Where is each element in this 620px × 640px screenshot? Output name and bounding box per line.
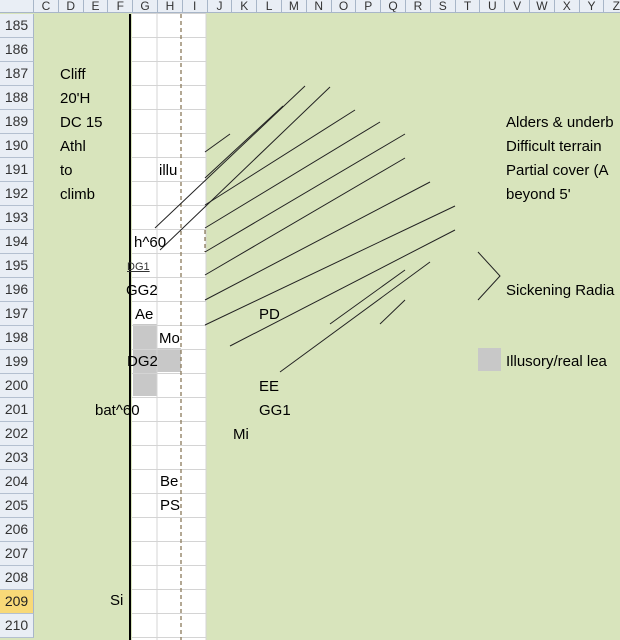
column-header-W[interactable]: W [530,0,555,13]
radius-bracket [477,251,501,301]
note-illusory: Illusory/real lea [506,353,607,370]
column-header-L[interactable]: L [257,0,282,13]
cell-bat60: bat^60 [95,402,140,419]
row-header-198[interactable]: 198 [0,326,34,350]
row-header-191[interactable]: 191 [0,158,34,182]
select-all-corner[interactable] [0,0,34,13]
row-header-208[interactable]: 208 [0,566,34,590]
note-partial: Partial cover (A [506,162,609,179]
cell-mi: Mi [233,426,249,443]
column-header-Z[interactable]: Z [604,0,620,13]
column-header-Y[interactable]: Y [579,0,605,13]
cell-dg2: DG2 [127,353,158,370]
column-header-U[interactable]: U [480,0,506,13]
cell-to: to [60,162,73,179]
row-header-193[interactable]: 193 [0,206,34,230]
row-header-190[interactable]: 190 [0,134,34,158]
column-header-N[interactable]: N [306,0,332,13]
column-header-C[interactable]: C [34,0,59,13]
row-header-210[interactable]: 210 [0,614,34,638]
note-alders: Alders & underb [506,114,614,131]
row-header-202[interactable]: 202 [0,422,34,446]
cell-be: Be [160,473,179,490]
row-header-206[interactable]: 206 [0,518,34,542]
column-header-D[interactable]: D [58,0,84,13]
column-header-E[interactable]: E [83,0,109,13]
drawing-layer [129,13,501,640]
note-sickening: Sickening Radia [506,282,615,299]
row-header-194[interactable]: 194 [0,230,34,254]
cell-athl: Athl [60,138,86,155]
column-header-P[interactable]: P [356,0,382,13]
column-header-S[interactable]: S [430,0,456,13]
cell-ee: EE [259,378,280,395]
note-difficult: Difficult terrain [506,138,602,155]
row-header-195[interactable]: 195 [0,254,34,278]
cell-h60: h^60 [134,234,167,251]
row-header-196[interactable]: 196 [0,278,34,302]
cell-si: Si [110,592,124,609]
cell-dg1: DG1 [127,261,150,273]
row-header-187[interactable]: 187 [0,62,34,86]
row-header-188[interactable]: 188 [0,86,34,110]
row-header-186[interactable]: 186 [0,38,34,62]
row-header-209[interactable]: 209 [0,590,34,614]
row-header-192[interactable]: 192 [0,182,34,206]
column-header-M[interactable]: M [282,0,307,13]
cell-gg2: GG2 [126,282,158,299]
cell-ps: PS [160,497,181,514]
column-header-V[interactable]: V [505,0,530,13]
column-header-I[interactable]: I [182,0,208,13]
white-column-gridlines [132,13,207,640]
cell-pd: PD [259,306,280,323]
row-header-189[interactable]: 189 [0,110,34,134]
cell-height: 20'H [60,90,91,107]
column-header-R[interactable]: R [406,0,431,13]
cell-gg1: GG1 [259,402,291,419]
column-header-J[interactable]: J [207,0,233,13]
cell-dc: DC 15 [60,114,103,131]
row-header-204[interactable]: 204 [0,470,34,494]
column-header-K[interactable]: K [232,0,258,13]
column-header-F[interactable]: F [108,0,134,13]
cell-mo: Mo [159,330,180,347]
column-header-X[interactable]: X [554,0,580,13]
row-header-200[interactable]: 200 [0,374,34,398]
column-header-Q[interactable]: Q [381,0,406,13]
cell-climb: climb [60,186,96,203]
row-header-201[interactable]: 201 [0,398,34,422]
row-header-203[interactable]: 203 [0,446,34,470]
column-header-O[interactable]: O [331,0,357,13]
row-header-185[interactable]: 185 [0,14,34,38]
row-header-197[interactable]: 197 [0,302,34,326]
note-beyond: beyond 5' [506,186,571,203]
row-header-205[interactable]: 205 [0,494,34,518]
column-header-T[interactable]: T [455,0,481,13]
spreadsheet: Cliff 20'H DC 15 Athl to climb illu h^60… [0,0,620,640]
cell-illu: illu [159,162,178,179]
cell-cliff: Cliff [60,66,86,83]
row-header-207[interactable]: 207 [0,542,34,566]
row-header-199[interactable]: 199 [0,350,34,374]
column-header-H[interactable]: H [158,0,183,13]
cell-ae: Ae [135,306,154,323]
column-header-G[interactable]: G [133,0,158,13]
